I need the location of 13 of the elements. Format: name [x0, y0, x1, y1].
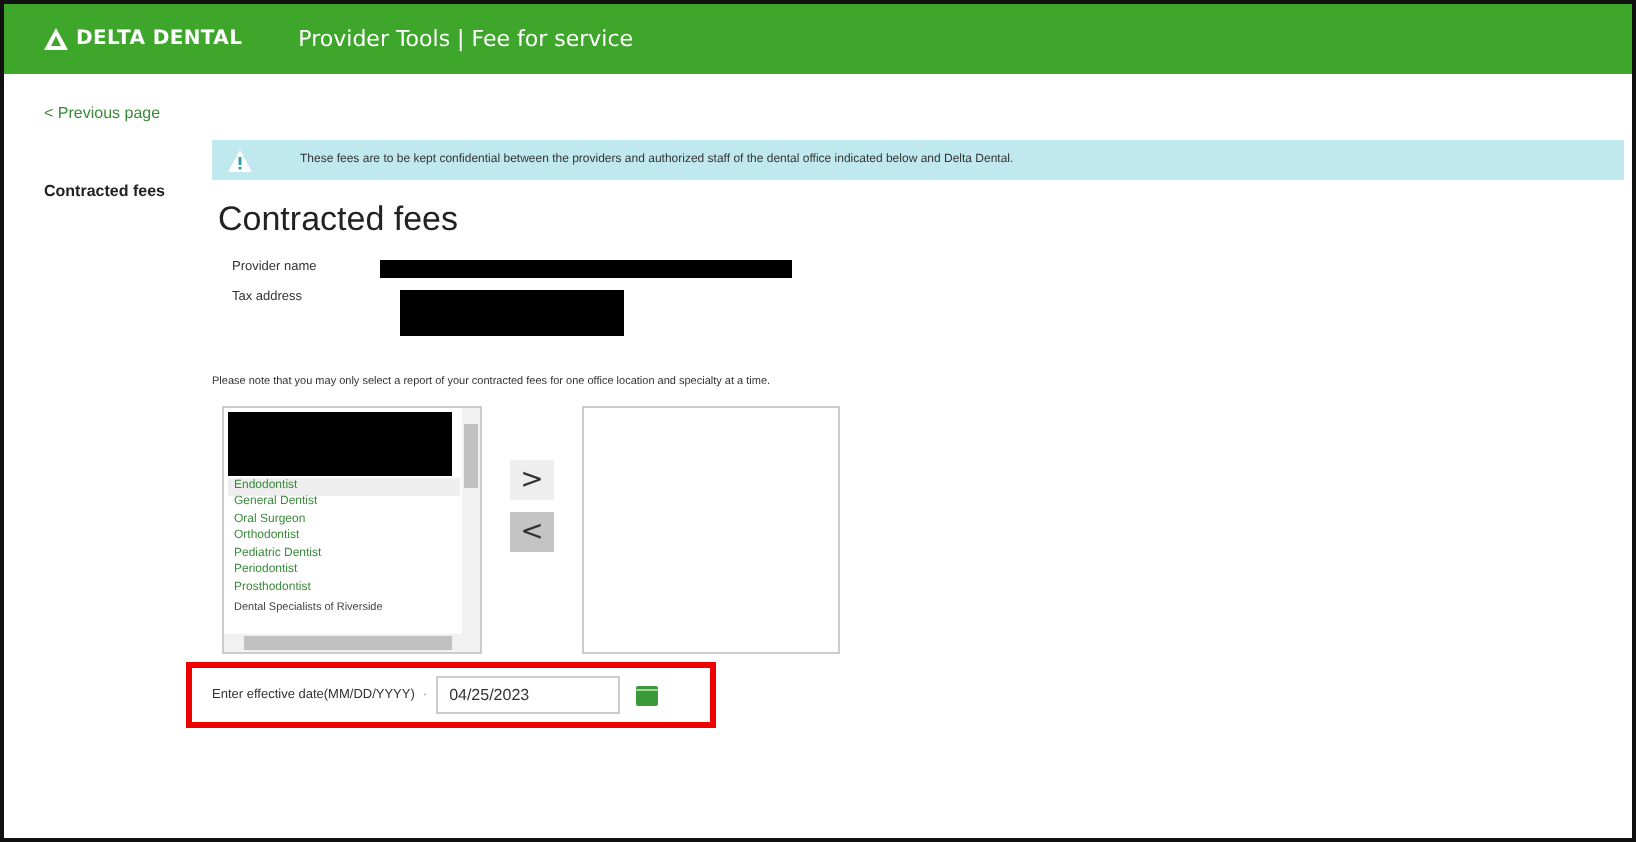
- move-button[interactable]: >: [510, 460, 554, 500]
- sidebar-item[interactable]: Contracted fees: [44, 182, 212, 200]
- horizontal-scrollbar[interactable]: [224, 634, 480, 652]
- triangle-logo-icon: [44, 28, 68, 50]
- vertical-scrollbar[interactable]: [462, 408, 480, 634]
- logo-text: DELTA DENTAL: [44, 28, 243, 50]
- calendar-icon[interactable]: [635, 685, 658, 705]
- app-title: Provider Tools | Fee for service: [298, 26, 634, 52]
- page-heading: Contracted fees: [218, 200, 461, 240]
- selected-listbox[interactable]: [582, 406, 840, 654]
- warning-icon: [228, 149, 252, 171]
- previous-page-link[interactable]: < Previous page: [44, 104, 212, 122]
- date-input[interactable]: 04/25/2023: [435, 676, 620, 714]
